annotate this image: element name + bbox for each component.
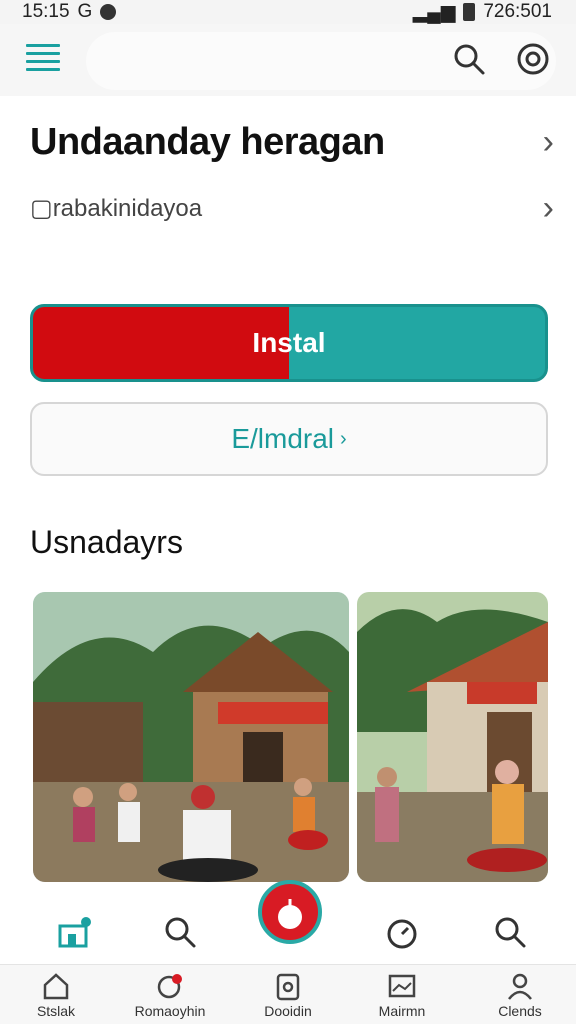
menu-icon[interactable] [26,44,60,74]
clock-icon [278,899,302,929]
search-icon[interactable] [162,914,198,950]
status-left: 15:15 G [22,1,117,23]
title-row[interactable]: Undaanday heragan › [30,116,554,168]
home-icon [43,973,69,1000]
chevron-right-icon: › [542,189,554,227]
timer-icon[interactable] [384,914,420,950]
nav-item-device[interactable]: Dooidin [240,971,336,1024]
install-label: Instal [252,327,326,358]
settings-icon[interactable] [516,42,550,76]
secondary-button-label: E/lmdral [231,423,335,454]
gallery-icon [388,974,416,998]
nav-item-home[interactable]: Stslak [8,971,104,1024]
house-photo[interactable] [357,592,548,882]
status-extra: G [77,1,93,22]
page-subtitle: ▢rabakinidayoa [30,194,203,222]
notifications-icon [157,974,182,999]
shop-icon[interactable] [56,914,92,950]
nav-label: Romaoyhin [134,1003,206,1019]
status-right: ▂▄▆ 726:501 [413,1,552,24]
bottom-navigation: Stslak Romaoyhin Dooidin Mairmn Clends [0,964,576,1024]
search-icon[interactable] [492,914,528,950]
install-button[interactable]: Instal [30,304,548,382]
village-photo[interactable] [33,592,349,882]
square-icon: ▢ [30,194,53,222]
nav-label: Dooidin [264,1003,312,1019]
status-right-text: 726:501 [483,1,552,22]
page-title: Undaanday heragan [30,120,385,163]
status-time: 15:15 [22,1,70,22]
subtitle-row[interactable]: ▢rabakinidayoa › [30,186,554,230]
nav-item-notifications[interactable]: Romaoyhin [122,971,218,1024]
battery-icon [463,3,476,21]
profile-icon [508,973,532,1000]
center-action-button[interactable] [258,880,322,944]
section-title: Usnadayrs [30,524,183,560]
secondary-button[interactable]: E/lmdral › [30,402,548,476]
nav-label: Stslak [36,1003,76,1019]
nav-item-profile[interactable]: Clends [472,971,568,1024]
nav-label: Mairmn [378,1003,426,1019]
device-icon [276,973,300,1001]
search-icon[interactable] [452,42,486,76]
nav-item-gallery[interactable]: Mairmn [354,971,450,1024]
notification-icon [100,4,117,20]
app-bar [0,24,576,96]
status-bar: 15:15 G ▂▄▆ 726:501 [0,0,576,24]
chevron-right-icon: › [340,427,347,450]
signal-icon: ▂▄▆ [412,1,456,23]
chevron-right-icon: › [542,123,554,161]
nav-label: Clends [498,1003,542,1019]
